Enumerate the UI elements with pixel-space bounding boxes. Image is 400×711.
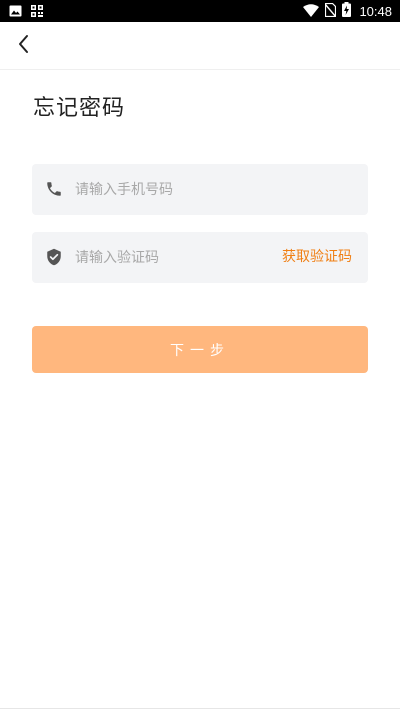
phone-field[interactable] — [32, 164, 368, 215]
image-icon — [9, 2, 22, 21]
next-step-button[interactable]: 下一步 — [32, 326, 368, 373]
battery-charging-icon — [342, 1, 352, 21]
shield-check-icon — [45, 248, 63, 266]
bottom-divider — [0, 708, 400, 709]
qr-code-icon — [31, 2, 43, 21]
get-code-button[interactable]: 获取验证码 — [282, 232, 352, 283]
page-title: 忘记密码 — [33, 96, 126, 121]
no-sim-icon — [324, 2, 337, 21]
status-bar: 10:48 — [0, 0, 400, 22]
chevron-left-icon — [17, 34, 31, 58]
back-button[interactable] — [10, 32, 38, 60]
wifi-icon — [303, 2, 320, 21]
nav-bar — [0, 22, 400, 70]
status-time: 10:48 — [359, 3, 392, 19]
phone-input[interactable] — [75, 164, 275, 215]
phone-icon — [45, 180, 63, 198]
verification-code-field[interactable]: 获取验证码 — [32, 232, 368, 283]
verification-code-input[interactable] — [75, 232, 275, 283]
